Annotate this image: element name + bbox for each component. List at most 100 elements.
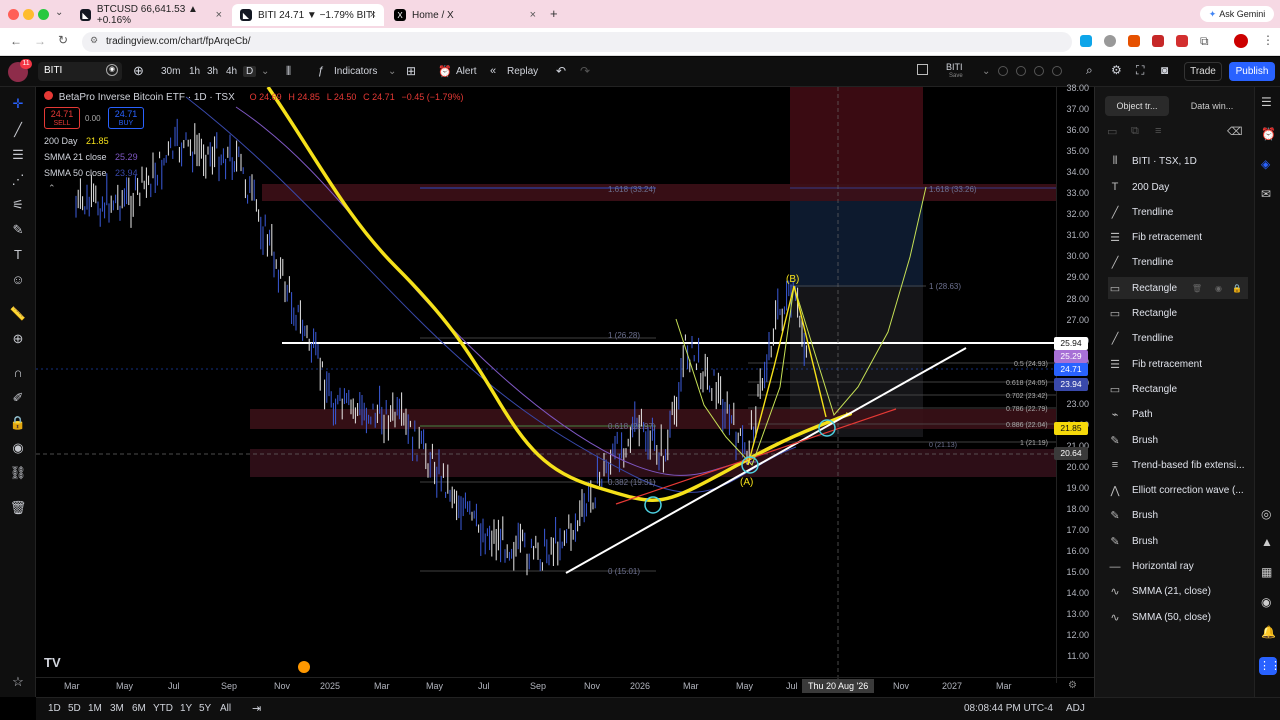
address-field[interactable]: ⚙ tradingview.com/chart/fpArqeCb/ (82, 32, 1072, 52)
close-window-button[interactable] (8, 9, 19, 20)
object-tree-item[interactable]: ⌁ Path (1108, 404, 1248, 426)
back-icon[interactable]: ← (10, 34, 22, 48)
candle-style-icon[interactable]: ⫴ (286, 64, 291, 79)
extension-icon[interactable] (1128, 35, 1140, 47)
object-tree-item[interactable]: ≡ Trend-based fib extensi... (1108, 454, 1248, 476)
buy-button[interactable]: 24.71 BUY (108, 107, 144, 129)
trendline-tool-icon[interactable]: ╱ (9, 121, 27, 139)
object-tree-item[interactable]: ✎ Brush (1108, 505, 1248, 527)
adjust-toggle[interactable]: ADJ (1066, 703, 1085, 714)
legend-indicator-smma21[interactable]: SMMA 21 close 25.29 (44, 152, 138, 162)
text-tool-icon[interactable]: T (9, 246, 27, 264)
zoom-in-icon[interactable]: ⊕ (9, 330, 27, 348)
interval-dropdown-icon[interactable]: ⌄ (261, 66, 269, 77)
object-tree-tab[interactable]: Object tr... (1105, 96, 1169, 116)
eye-icon[interactable]: ◉ (1215, 284, 1222, 293)
clone-icon[interactable]: ⧉ (1131, 125, 1139, 138)
interval-3h[interactable]: 3h (207, 66, 218, 77)
save-label[interactable]: Save (949, 73, 963, 79)
object-tree-item[interactable]: — Horizontal ray (1108, 556, 1248, 578)
notifications-icon[interactable]: 🔔 (1261, 625, 1276, 639)
range-button-5y[interactable]: 5Y (199, 703, 211, 714)
stay-drawing-icon[interactable]: ✐ (9, 389, 27, 407)
ruler-icon[interactable]: 📏 (9, 305, 27, 323)
watchlist-icon[interactable]: ☰ (1261, 95, 1272, 109)
layout-select-icon[interactable] (917, 64, 928, 75)
range-button-1m[interactable]: 1M (88, 703, 102, 714)
object-tree-item[interactable]: T 200 Day (1108, 176, 1248, 198)
dividend-marker-icon[interactable] (298, 661, 310, 673)
tab-btcusd[interactable]: ◣ BTCUSD 66,641.53 ▲ +0.16% × (72, 4, 230, 26)
legend-indicator-smma50[interactable]: SMMA 50 close 23.94 (44, 168, 138, 178)
symbol-search-input[interactable]: BITI ◉ (38, 62, 122, 81)
magnet-icon[interactable]: ∩ (9, 364, 27, 382)
forecast-tool-icon[interactable]: ⚟ (9, 196, 27, 214)
reload-icon[interactable]: ↻ (58, 33, 68, 47)
range-button-1y[interactable]: 1Y (180, 703, 192, 714)
layout-dropdown-icon[interactable]: ⌄ (982, 66, 990, 77)
fullscreen-icon[interactable]: ⛶ (1136, 63, 1144, 78)
replay-button[interactable]: Replay (507, 66, 538, 77)
calendar-icon[interactable]: ▦ (1261, 565, 1272, 579)
object-tree-item[interactable]: ╱ Trendline (1108, 252, 1248, 274)
clock-readout[interactable]: 08:08:44 PM UTC-4 (964, 703, 1053, 714)
tab-biti[interactable]: ◣ BITI 24.71 ▼ −1.79% BITI × (232, 4, 384, 26)
object-tree-item[interactable]: ☰ Fib retracement (1108, 227, 1248, 249)
extension-icon[interactable] (1152, 35, 1164, 47)
toolbar-mini-icon[interactable] (1052, 66, 1062, 76)
fib-tool-icon[interactable]: ☰ (9, 146, 27, 164)
range-button-5d[interactable]: 5D (68, 703, 81, 714)
extension-icon[interactable] (1104, 35, 1116, 47)
layers-icon[interactable]: ≡ (1155, 125, 1161, 137)
interval-30m[interactable]: 30m (161, 66, 180, 77)
layout-name[interactable]: BITI (946, 62, 963, 72)
search-icon[interactable]: ⌕ (1086, 63, 1093, 78)
legend-indicator-200day[interactable]: 200 Day 21.85 (44, 136, 109, 146)
interval-d[interactable]: D (243, 66, 257, 77)
emoji-tool-icon[interactable]: ☺ (9, 271, 27, 289)
object-tree-item[interactable]: ╱ Trendline (1108, 328, 1248, 350)
alerts-icon[interactable]: ⏰ (1261, 127, 1276, 141)
sell-button[interactable]: 24.71 SELL (44, 107, 80, 129)
toolbar-mini-icon[interactable] (1034, 66, 1044, 76)
interval-1h[interactable]: 1h (189, 66, 200, 77)
trash-icon[interactable]: 🗑 (9, 499, 27, 517)
range-button-ytd[interactable]: YTD (153, 703, 173, 714)
close-tab-icon[interactable]: × (216, 9, 222, 21)
price-chart[interactable]: 1.618 (33.24) 1.618 (33.26) 1 (26.28) 1 … (36, 87, 1094, 697)
data-window-tab[interactable]: Data win... (1177, 96, 1247, 116)
chat-icon[interactable]: ✉ (1261, 187, 1271, 201)
collapse-legend-icon[interactable]: ⌃ (48, 183, 56, 194)
trash-icon[interactable]: 🗑 (1192, 284, 1202, 293)
undo-icon[interactable]: ↶ (556, 64, 566, 78)
ask-gemini-button[interactable]: ✦ Ask Gemini (1200, 6, 1274, 22)
lock-icon[interactable]: 🔒 (9, 414, 27, 432)
indicators-dropdown-icon[interactable]: ⌄ (388, 66, 396, 77)
compare-icon[interactable]: ◉ (106, 64, 118, 76)
range-button-6m[interactable]: 6M (132, 703, 146, 714)
site-info-icon[interactable]: ⚙ (90, 35, 98, 46)
object-tree-item[interactable]: ✎ Brush (1108, 429, 1248, 451)
alert-clock-icon[interactable]: ⏰ (438, 65, 452, 78)
link-icon[interactable]: ⛓ (9, 464, 27, 482)
ideas-icon[interactable]: ▲ (1261, 535, 1273, 549)
close-tab-icon[interactable]: × (530, 9, 536, 21)
favorites-star-icon[interactable]: ☆ (9, 673, 27, 691)
date-range-icon[interactable]: ⇥ (252, 702, 261, 715)
range-button-3m[interactable]: 3M (110, 703, 124, 714)
forward-icon[interactable]: → (34, 34, 46, 48)
replay-icon[interactable]: « (490, 65, 496, 77)
indicators-button[interactable]: Indicators (334, 66, 377, 77)
object-tree-item[interactable]: ☰ Fib retracement (1108, 353, 1248, 375)
tab-list-chevron-icon[interactable]: ⌄ (55, 7, 63, 18)
news-icon[interactable]: ◉ (1261, 595, 1271, 609)
maximize-window-button[interactable] (38, 9, 49, 20)
object-tree-item[interactable]: ✎ Brush (1108, 530, 1248, 552)
crosshair-icon[interactable]: ✛ (9, 95, 27, 113)
browser-menu-icon[interactable]: ⋮ (1262, 33, 1274, 47)
axis-settings-icon[interactable]: ⚙ (1068, 680, 1077, 691)
toolbar-mini-icon[interactable] (1016, 66, 1026, 76)
profile-avatar[interactable] (1234, 34, 1248, 48)
object-tree-item[interactable]: ∿ SMMA (50, close) (1108, 606, 1248, 628)
hide-icon[interactable]: ◉ (9, 439, 27, 457)
